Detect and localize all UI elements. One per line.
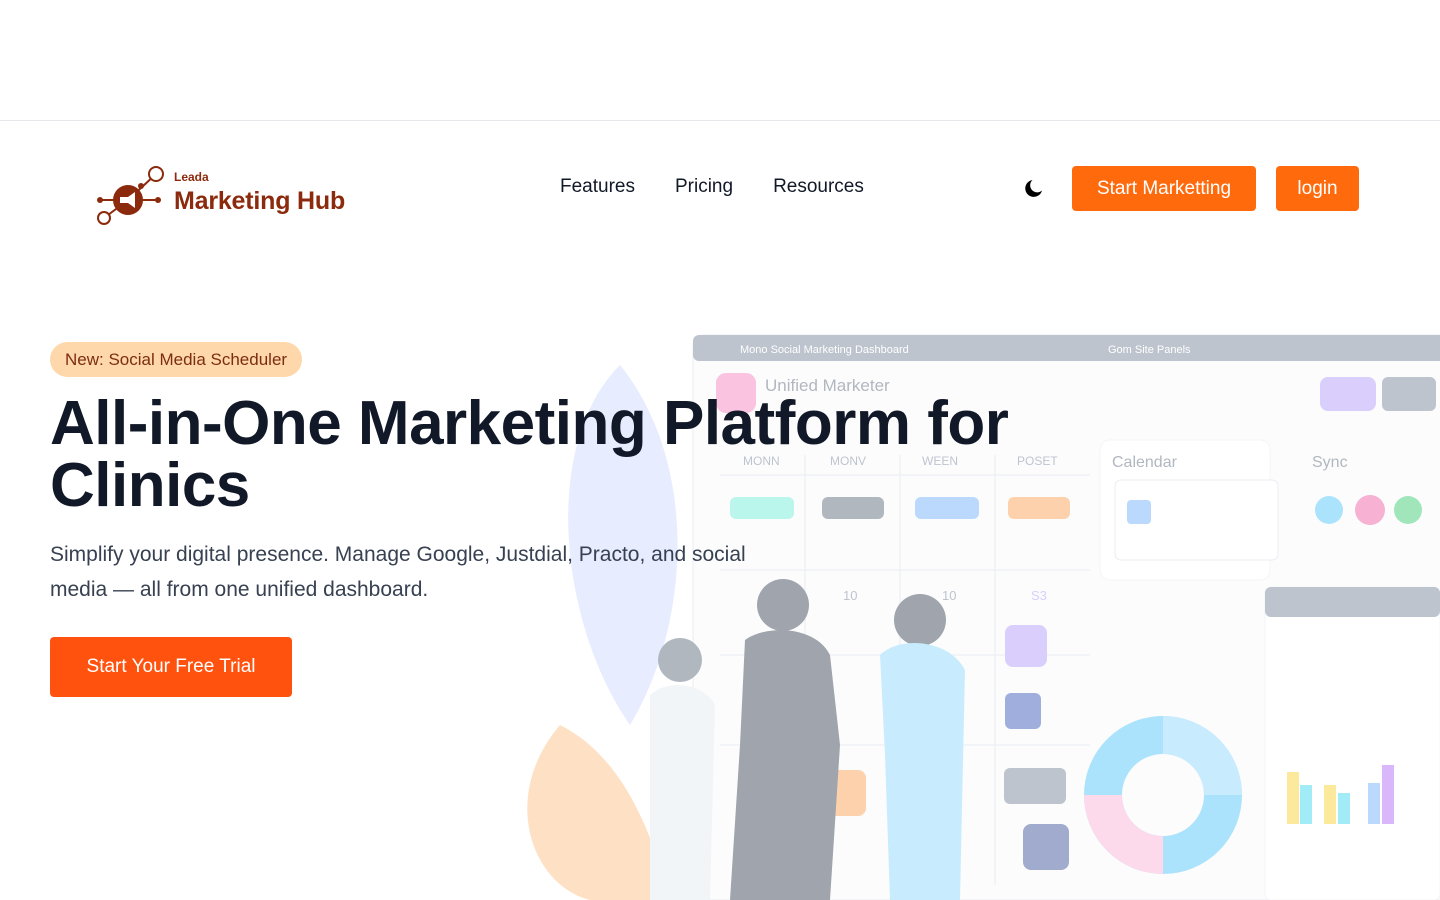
top-blank-bar xyxy=(0,0,1440,121)
linkedin-icon xyxy=(1023,824,1069,870)
svg-text:Gom Site Panels: Gom Site Panels xyxy=(1108,344,1191,356)
login-button[interactable]: login xyxy=(1276,166,1359,211)
site-header: Leada Marketing Hub Features Pricing Res… xyxy=(0,122,1440,252)
brand-logo[interactable]: Leada Marketing Hub xyxy=(96,162,376,228)
nav-item-pricing[interactable]: Pricing xyxy=(675,176,733,198)
new-feature-badge: New: Social Media Scheduler xyxy=(50,342,303,377)
svg-text:S3: S3 xyxy=(1031,588,1047,603)
svg-text:Mono Social Marketing Dashboar: Mono Social Marketing Dashboard xyxy=(740,344,909,356)
nav-item-resources[interactable]: Resources xyxy=(773,176,864,198)
sync-label: Sync xyxy=(1312,454,1348,471)
hero-title: All-in-One Marketing Platform for Clinic… xyxy=(50,389,1009,520)
hero-subtitle: Simplify your digital presence. Manage G… xyxy=(50,543,746,601)
free-trial-button[interactable]: Start Your Free Trial xyxy=(50,637,292,697)
svg-text:10: 10 xyxy=(942,588,956,603)
moon-icon[interactable] xyxy=(1022,176,1046,200)
nav-item-features[interactable]: Features xyxy=(560,176,635,198)
calendar-label: Calendar xyxy=(1112,454,1178,471)
brand-name: Marketing Hub xyxy=(174,187,346,215)
brand-small-label: Leada xyxy=(174,170,209,184)
megaphone-network-icon xyxy=(97,166,164,225)
linkedin-icon xyxy=(1005,625,1047,667)
facebook-icon xyxy=(1005,693,1041,729)
svg-text:10: 10 xyxy=(843,588,857,603)
start-marketing-button[interactable]: Start Marketting xyxy=(1072,166,1256,211)
main-nav: Features Pricing Resources xyxy=(560,176,864,198)
